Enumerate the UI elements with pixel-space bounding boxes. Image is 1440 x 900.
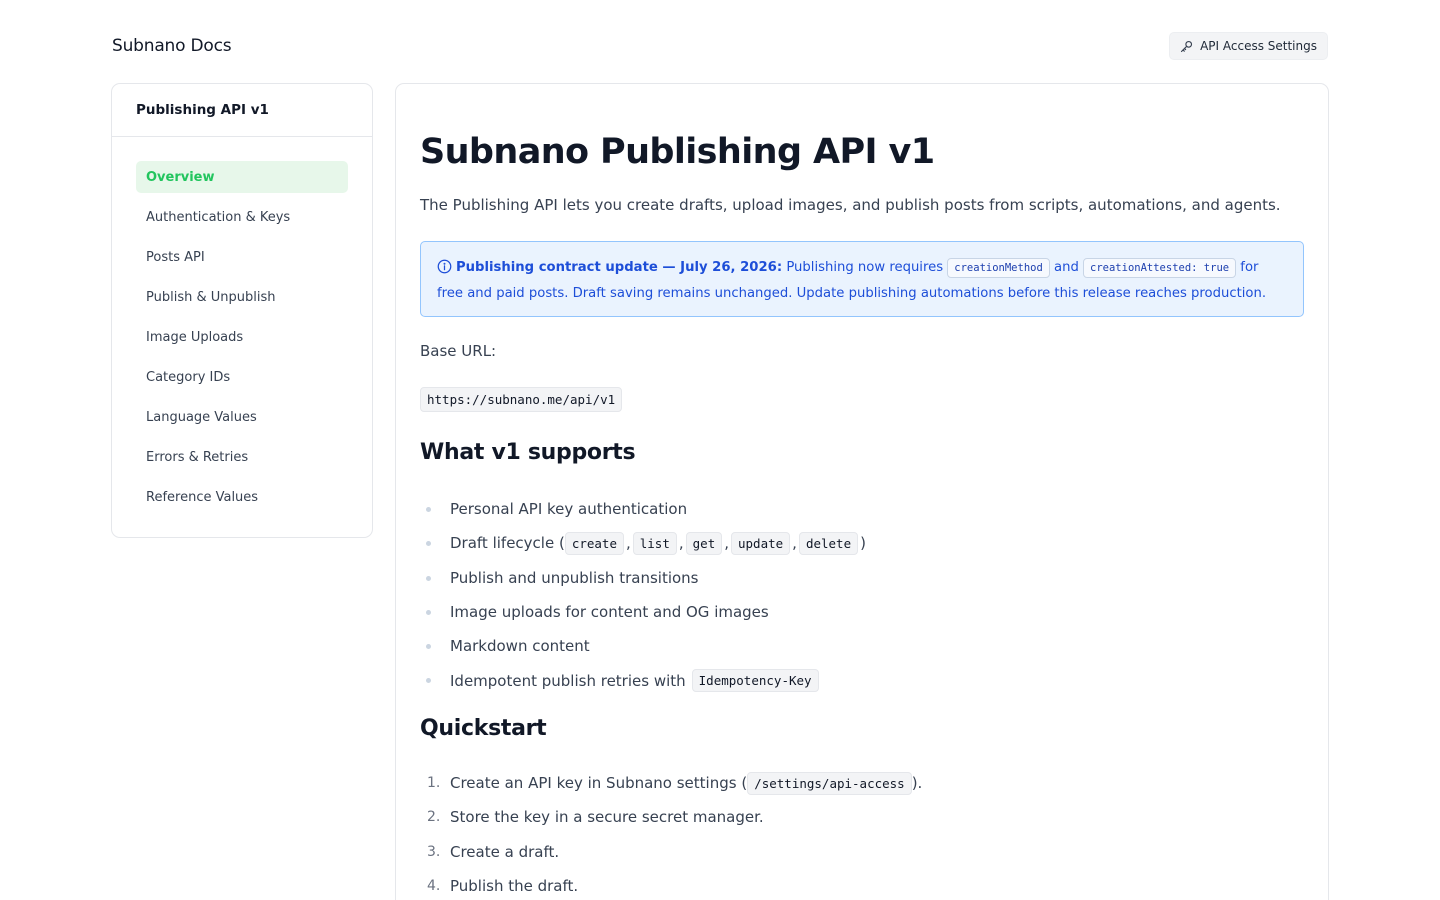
list-item: 4. Publish the draft.: [420, 869, 1220, 900]
page-title: Subnano Publishing API v1: [420, 132, 935, 172]
list-item: 2. Store the key in a secure secret mana…: [420, 800, 1220, 834]
callout-code-creation-method: creationMethod: [947, 258, 1050, 278]
info-icon: [437, 259, 452, 274]
step-number: 4.: [427, 878, 441, 895]
base-url-label: Base URL:: [420, 342, 497, 360]
contract-update-callout: Publishing contract update — July 26, 20…: [420, 241, 1304, 317]
code-list: list: [632, 531, 677, 555]
top-bar: Subnano Docs API Access Settings: [112, 30, 1328, 62]
quickstart-heading: Quickstart: [420, 716, 547, 741]
brand-title[interactable]: Subnano Docs: [112, 36, 232, 56]
list-item: Image uploads for content and OG images: [420, 595, 1220, 629]
callout-heading: Publishing contract update — July 26, 20…: [456, 260, 783, 275]
key-icon: [1181, 40, 1193, 52]
step-text: Create an API key in Subnano settings (: [450, 774, 748, 793]
supports-item-text: Draft lifecycle (: [450, 534, 565, 553]
bullet: [426, 678, 431, 684]
api-access-settings-button[interactable]: API Access Settings: [1169, 32, 1328, 60]
list-item: Personal API key authentication: [420, 492, 1220, 526]
sidebar-item-posts-api[interactable]: Posts API: [136, 241, 348, 273]
base-url-code: https://subnano.me/api/v1: [420, 387, 623, 412]
api-access-settings-label: API Access Settings: [1200, 39, 1317, 53]
step-number: 2.: [427, 809, 441, 826]
code-get: get: [685, 531, 723, 555]
sidebar-item-image-uploads[interactable]: Image Uploads: [136, 321, 348, 353]
supports-list: Personal API key authentication Draft li…: [420, 492, 1220, 698]
step-text: Publish the draft.: [450, 877, 579, 896]
step-number: 1.: [427, 775, 441, 792]
step-text: Store the key in a secure secret manager…: [450, 808, 764, 827]
sidebar-item-language-values[interactable]: Language Values: [136, 401, 348, 433]
list-item: Draft lifecycle ( create, list, get, upd…: [420, 526, 1220, 560]
sidebar-item-errors-retries[interactable]: Errors & Retries: [136, 441, 348, 473]
sidebar-nav: Overview Authentication & Keys Posts API…: [112, 137, 372, 513]
bullet: [426, 644, 431, 650]
supports-item-text: Markdown content: [450, 637, 590, 656]
sidebar-item-category-ids[interactable]: Category IDs: [136, 361, 348, 393]
callout-code-creation-attested: creationAttested: true: [1083, 258, 1237, 278]
code-settings-path: /settings/api-access: [747, 771, 912, 795]
code-idempotency-key: Idempotency-Key: [691, 669, 819, 693]
step-text: Create a draft.: [450, 842, 560, 861]
step-suffix: ).: [911, 774, 923, 793]
callout-and: and: [1054, 260, 1079, 275]
sidebar-title: Publishing API v1: [112, 84, 372, 137]
code-delete: delete: [798, 531, 859, 555]
bullet: [426, 575, 431, 581]
step-number: 3.: [427, 843, 441, 860]
supports-item-text: Image uploads for content and OG images: [450, 603, 769, 622]
supports-item-text: Personal API key authentication: [450, 500, 688, 519]
list-item: Idempotent publish retries with Idempote…: [420, 663, 1220, 697]
code-update: update: [731, 531, 791, 555]
list-item: 1. Create an API key in Subnano settings…: [420, 766, 1220, 800]
bullet: [426, 609, 431, 615]
sidebar: Publishing API v1 Overview Authenticatio…: [111, 83, 373, 538]
intro-text: The Publishing API lets you create draft…: [420, 196, 1281, 214]
code-create: create: [564, 531, 624, 555]
main-content: Subnano Publishing API v1 The Publishing…: [395, 83, 1329, 900]
list-item: 3. Create a draft.: [420, 835, 1220, 869]
bullet: [426, 541, 431, 547]
supports-item-text: Idempotent publish retries with: [450, 671, 686, 690]
list-item: Publish and unpublish transitions: [420, 561, 1220, 595]
list-item: Markdown content: [420, 629, 1220, 663]
supports-item-suffix: ): [860, 534, 866, 553]
sidebar-item-overview[interactable]: Overview: [136, 161, 348, 193]
quickstart-list: 1. Create an API key in Subnano settings…: [420, 766, 1220, 900]
bullet: [426, 507, 431, 512]
sidebar-item-publish-unpublish[interactable]: Publish & Unpublish: [136, 281, 348, 313]
callout-text-1: Publishing now requires: [786, 260, 944, 275]
supports-heading: What v1 supports: [420, 440, 636, 465]
sidebar-item-reference-values[interactable]: Reference Values: [136, 481, 348, 513]
supports-item-text: Publish and unpublish transitions: [450, 568, 699, 587]
sidebar-item-authentication-keys[interactable]: Authentication & Keys: [136, 201, 348, 233]
